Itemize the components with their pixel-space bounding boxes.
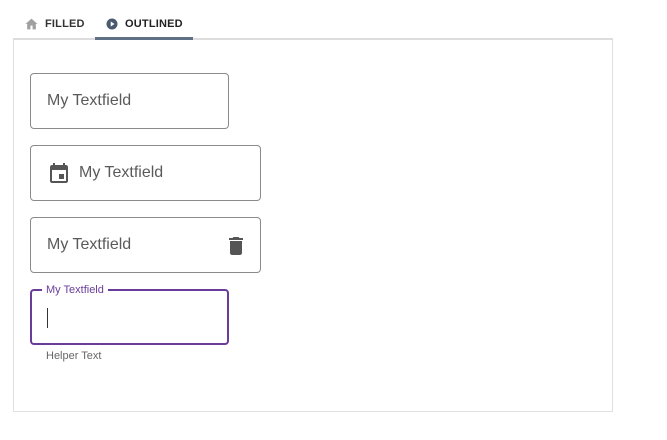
tab-bar: FILLED OUTLINED xyxy=(13,10,613,40)
focused-outlined-textfield[interactable]: My Textfield xyxy=(30,283,229,345)
text-cursor xyxy=(47,308,48,328)
tab-outlined[interactable]: OUTLINED xyxy=(95,10,193,38)
trash-icon[interactable] xyxy=(224,234,248,258)
outlined-textfield[interactable]: My Textfield xyxy=(30,73,229,129)
play-circle-icon xyxy=(106,18,118,30)
home-icon xyxy=(25,18,38,30)
textfield-placeholder: My Textfield xyxy=(79,164,164,181)
outlined-textfield-with-leading-icon[interactable]: My Textfield xyxy=(30,145,261,201)
textfield-label: My Textfield xyxy=(42,283,108,297)
helper-text: Helper Text xyxy=(46,350,102,362)
tab-filled[interactable]: FILLED xyxy=(25,10,85,38)
calendar-icon xyxy=(47,161,71,185)
tab-label: FILLED xyxy=(45,18,85,30)
tab-label: OUTLINED xyxy=(125,18,183,30)
textfield-placeholder: My Textfield xyxy=(47,236,132,253)
outlined-textfield-with-trailing-icon[interactable]: My Textfield xyxy=(30,217,261,273)
textfield-placeholder: My Textfield xyxy=(47,92,132,109)
